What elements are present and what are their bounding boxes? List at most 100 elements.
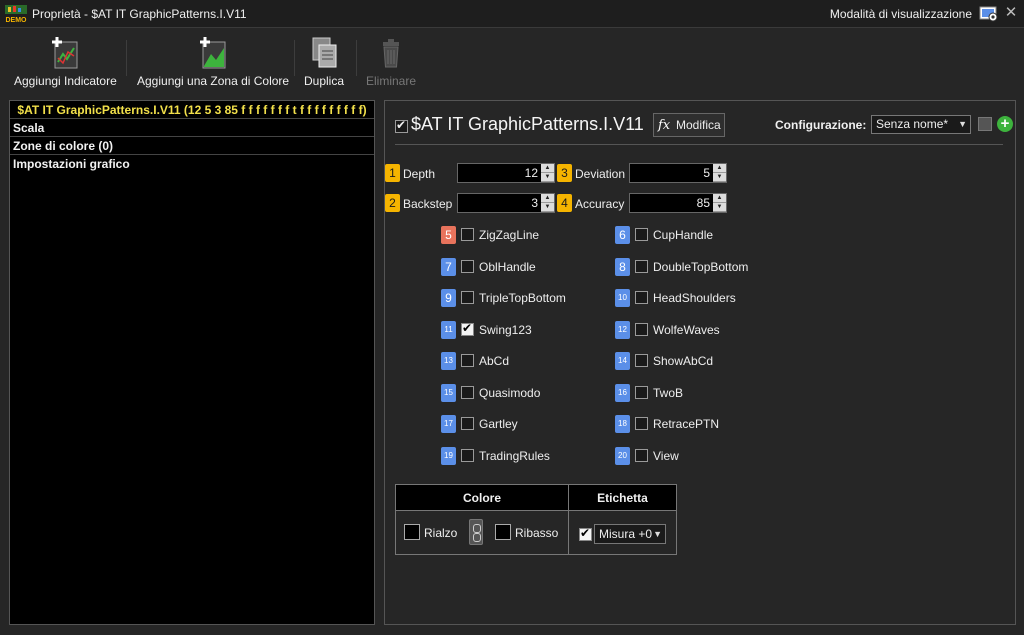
abcd-checkbox[interactable] <box>461 354 474 367</box>
option-label: CupHandle <box>653 228 714 242</box>
toolbar-divider <box>126 40 127 76</box>
showabcd-checkbox[interactable] <box>635 354 648 367</box>
add-config-icon[interactable]: + <box>997 116 1013 132</box>
option-gartley[interactable]: 17 Gartley <box>441 415 591 433</box>
doubletopbottom-checkbox[interactable] <box>635 260 648 273</box>
option-number-badge: 5 <box>441 226 456 244</box>
option-showabcd[interactable]: 14 ShowAbCd <box>615 352 775 370</box>
option-headshoulders[interactable]: 10 HeadShoulders <box>615 289 775 307</box>
swing123-checkbox[interactable] <box>461 321 474 336</box>
zigzagline-checkbox[interactable] <box>461 228 474 241</box>
option-number-badge: 8 <box>615 258 630 276</box>
color-header: Colore <box>396 485 568 511</box>
modify-label: Modifica <box>676 118 721 132</box>
properties-tree: $AT IT GraphicPatterns.I.V11 (12 5 3 85 … <box>9 100 375 625</box>
add-indicator-icon <box>52 37 78 69</box>
option-label: TwoB <box>653 386 684 400</box>
twob-checkbox[interactable] <box>635 386 648 399</box>
option-number-badge: 9 <box>441 289 456 307</box>
option-abcd[interactable]: 13 AbCd <box>441 352 591 370</box>
param-number-badge: 2 <box>385 194 400 212</box>
option-number-badge: 7 <box>441 258 456 276</box>
link-icon[interactable] <box>469 519 483 545</box>
down-color-swatch[interactable] <box>495 524 511 540</box>
option-label: WolfeWaves <box>653 323 720 337</box>
depth-input[interactable]: 12 ▲ ▼ <box>457 163 555 183</box>
option-label: TradingRules <box>479 449 550 463</box>
tree-item-indicator[interactable]: $AT IT GraphicPatterns.I.V11 (12 5 3 85 … <box>10 101 374 119</box>
quasimodo-checkbox[interactable] <box>461 386 474 399</box>
accuracy-input[interactable]: 85 ▲ ▼ <box>629 193 727 213</box>
option-swing123[interactable]: 11 Swing123 <box>441 321 591 339</box>
delete-button[interactable]: Eliminare <box>366 36 416 88</box>
add-color-zone-button[interactable]: Aggiungi una Zona di Colore <box>137 36 289 88</box>
depth-value: 12 <box>524 166 538 180</box>
option-number-badge: 20 <box>615 447 630 465</box>
option-doubletopbottom[interactable]: 8 DoubleTopBottom <box>615 258 775 276</box>
option-cuphandle[interactable]: 6 CupHandle <box>615 226 775 244</box>
tripletopbottom-checkbox[interactable] <box>461 291 474 304</box>
option-number-badge: 17 <box>441 415 456 433</box>
toolbar-divider <box>356 40 357 76</box>
cuphandle-checkbox[interactable] <box>635 228 648 241</box>
gartley-checkbox[interactable] <box>461 417 474 430</box>
logo-text: DEMO <box>6 17 28 24</box>
oblhandle-checkbox[interactable] <box>461 260 474 273</box>
config-select[interactable]: Senza nome* ▼ <box>871 115 971 134</box>
option-label: RetracePTN <box>653 417 720 431</box>
trash-icon <box>383 39 399 68</box>
wolfewaves-checkbox[interactable] <box>635 323 648 336</box>
app-logo-icon: DEMO <box>5 5 28 24</box>
option-twob[interactable]: 16 TwoB <box>615 384 775 402</box>
view-mode-icon[interactable] <box>978 4 1000 24</box>
option-number-badge: 11 <box>441 321 456 339</box>
toolbar-divider <box>294 40 295 76</box>
option-label: AbCd <box>479 354 510 368</box>
duplicate-button[interactable]: Duplica <box>304 36 344 88</box>
title-bar: DEMO Proprietà - $AT IT GraphicPatterns.… <box>0 0 1024 28</box>
option-zigzagline[interactable]: 5 ZigZagLine <box>441 226 591 244</box>
option-tradingrules[interactable]: 19 TradingRules <box>441 447 591 465</box>
deviation-spinner[interactable]: ▲ ▼ <box>713 164 726 182</box>
view-checkbox[interactable] <box>635 449 648 462</box>
option-tripletopbottom[interactable]: 9 TripleTopBottom <box>441 289 591 307</box>
tree-item-color-zones[interactable]: Zone di colore (0) <box>10 137 374 155</box>
param-number-badge: 3 <box>557 164 572 182</box>
param-label-deviation: Deviation <box>575 167 626 181</box>
tree-item-chart-settings[interactable]: Impostazioni grafico <box>10 155 374 173</box>
modify-button[interactable]: fx Modifica <box>653 113 725 137</box>
option-number-badge: 18 <box>615 415 630 433</box>
tree-item-scale[interactable]: Scala <box>10 119 374 137</box>
option-quasimodo[interactable]: 15 Quasimodo <box>441 384 591 402</box>
option-view[interactable]: 20 View <box>615 447 775 465</box>
option-label: View <box>653 449 679 463</box>
add-color-zone-icon <box>200 37 226 69</box>
add-indicator-button[interactable]: Aggiungi Indicatore <box>14 36 117 88</box>
save-icon[interactable] <box>978 117 992 131</box>
deviation-input[interactable]: 5 ▲ ▼ <box>629 163 727 183</box>
accuracy-spinner[interactable]: ▲ ▼ <box>713 194 726 212</box>
depth-spinner[interactable]: ▲ ▼ <box>541 164 554 182</box>
up-label: Rialzo <box>424 526 458 540</box>
indicator-enabled-checkbox[interactable] <box>395 118 408 133</box>
close-icon[interactable]: ✕ <box>1004 5 1018 20</box>
backstep-spinner[interactable]: ▲ ▼ <box>541 194 554 212</box>
option-oblhandle[interactable]: 7 OblHandle <box>441 258 591 276</box>
measure-select[interactable]: Misura +0 ▼ <box>594 524 666 544</box>
tradingrules-checkbox[interactable] <box>461 449 474 462</box>
retraceptn-checkbox[interactable] <box>635 417 648 430</box>
option-label: HeadShoulders <box>653 291 736 305</box>
option-number-badge: 12 <box>615 321 630 339</box>
option-number-badge: 19 <box>441 447 456 465</box>
option-label: Gartley <box>479 417 518 431</box>
table-divider <box>568 485 569 554</box>
label-enabled-checkbox[interactable] <box>579 526 592 541</box>
up-color-swatch[interactable] <box>404 524 420 540</box>
view-mode-label[interactable]: Modalità di visualizzazione <box>830 7 972 21</box>
headshoulders-checkbox[interactable] <box>635 291 648 304</box>
option-retraceptn[interactable]: 18 RetracePTN <box>615 415 775 433</box>
duplicate-label: Duplica <box>304 74 345 88</box>
add-color-zone-label: Aggiungi una Zona di Colore <box>137 74 290 88</box>
option-wolfewaves[interactable]: 12 WolfeWaves <box>615 321 775 339</box>
backstep-input[interactable]: 3 ▲ ▼ <box>457 193 555 213</box>
